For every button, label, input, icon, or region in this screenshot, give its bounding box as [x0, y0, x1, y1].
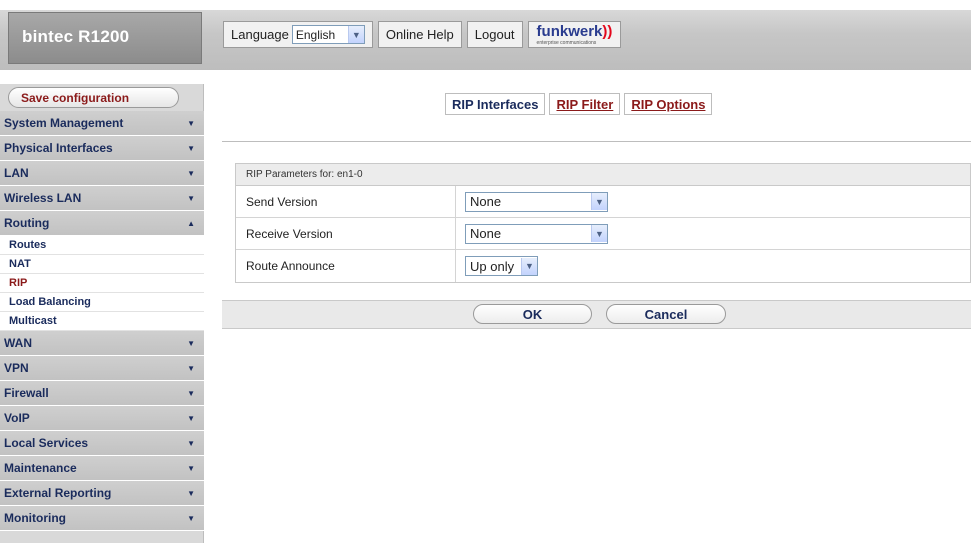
- form-row-route-announce: Route Announce Up only ▼: [236, 250, 970, 282]
- sidebar-item-lan[interactable]: LAN ▼: [0, 161, 204, 186]
- language-label: Language: [231, 27, 289, 42]
- chevron-down-icon: ▼: [187, 413, 195, 423]
- sidebar-subitem-rip[interactable]: RIP: [0, 274, 204, 293]
- tab-rip-interfaces[interactable]: RIP Interfaces: [445, 93, 546, 115]
- sidebar-item-label: Routing: [4, 216, 50, 230]
- rip-parameters-table: RIP Parameters for: en1-0 Send Version N…: [235, 163, 971, 283]
- sidebar-item-monitoring[interactable]: Monitoring ▼: [0, 506, 204, 531]
- logo-mark-icon: )): [602, 23, 613, 40]
- send-version-value: None: [470, 194, 502, 209]
- funkwerk-logo: funkwerk)) enterprise communications: [527, 21, 622, 48]
- online-help-button[interactable]: Online Help: [377, 21, 462, 48]
- sidebar-item-label: WAN: [4, 336, 32, 350]
- route-announce-label: Route Announce: [236, 250, 456, 282]
- sidebar-item-firewall[interactable]: Firewall ▼: [0, 381, 204, 406]
- chevron-down-icon: ▼: [187, 463, 195, 473]
- logo-subtitle: enterprise communications: [536, 40, 597, 46]
- ok-button[interactable]: OK: [473, 304, 592, 324]
- rip-form: RIP Parameters for: en1-0 Send Version N…: [222, 141, 971, 329]
- chevron-down-icon: ▼: [591, 193, 607, 210]
- sidebar-item-external-reporting[interactable]: External Reporting ▼: [0, 481, 204, 506]
- send-version-cell: None ▼: [456, 186, 608, 217]
- header-tools: Language English ▼ Online Help Logout fu…: [223, 21, 622, 48]
- chevron-down-icon: ▼: [521, 257, 537, 275]
- sidebar-item-vpn[interactable]: VPN ▼: [0, 356, 204, 381]
- chevron-down-icon: ▼: [187, 168, 195, 178]
- button-bar: OK Cancel: [222, 300, 971, 329]
- chevron-down-icon: ▼: [187, 488, 195, 498]
- send-version-select[interactable]: None ▼: [465, 191, 608, 212]
- sidebar-item-wireless-lan[interactable]: Wireless LAN ▼: [0, 186, 204, 211]
- sidebar-subitem-routes[interactable]: Routes: [0, 236, 204, 255]
- chevron-down-icon: ▼: [187, 118, 195, 128]
- language-box: Language English ▼: [223, 21, 373, 48]
- form-row-receive-version: Receive Version None ▼: [236, 218, 970, 250]
- route-announce-cell: Up only ▼: [456, 250, 538, 282]
- save-configuration-button[interactable]: Save configuration: [8, 87, 179, 108]
- logo-text: funkwerk: [536, 23, 603, 40]
- ok-label: OK: [522, 306, 543, 322]
- chevron-down-icon: ▼: [187, 338, 195, 348]
- sidebar-item-label: VPN: [4, 361, 29, 375]
- sidebar-subitem-load-balancing[interactable]: Load Balancing: [0, 293, 204, 312]
- sidebar-item-label: Monitoring: [4, 511, 66, 525]
- sidebar-subitem-nat[interactable]: NAT: [0, 255, 204, 274]
- sidebar-item-label: Firewall: [4, 386, 49, 400]
- tab-rip-options[interactable]: RIP Options: [624, 93, 713, 115]
- sidebar-item-label: Maintenance: [4, 461, 77, 475]
- sidebar-item-label: LAN: [4, 166, 29, 180]
- receive-version-select[interactable]: None ▼: [465, 223, 608, 244]
- sidebar-item-maintenance[interactable]: Maintenance ▼: [0, 456, 204, 481]
- tab-rip-filter[interactable]: RIP Filter: [549, 93, 621, 115]
- language-value: English: [295, 27, 336, 42]
- sidebar-subitem-multicast[interactable]: Multicast: [0, 312, 204, 331]
- sidebar: Save configuration System Management ▼ P…: [0, 84, 204, 543]
- receive-version-value: None: [470, 226, 502, 241]
- receive-version-cell: None ▼: [456, 218, 608, 249]
- sidebar-item-label: Physical Interfaces: [4, 141, 113, 155]
- sidebar-item-system-management[interactable]: System Management ▼: [0, 111, 204, 136]
- chevron-down-icon: ▼: [187, 438, 195, 448]
- tab-bar: RIP Interfaces RIP Filter RIP Options: [445, 93, 716, 115]
- sidebar-menu: System Management ▼ Physical Interfaces …: [0, 111, 204, 531]
- cancel-label: Cancel: [644, 306, 688, 322]
- sidebar-item-voip[interactable]: VoIP ▼: [0, 406, 204, 431]
- brand-logo: bintec R1200: [8, 12, 202, 64]
- chevron-down-icon: ▼: [187, 143, 195, 153]
- route-announce-select[interactable]: Up only ▼: [465, 256, 538, 276]
- chevron-down-icon: ▼: [591, 225, 607, 242]
- chevron-down-icon: ▼: [187, 513, 195, 523]
- sidebar-item-physical-interfaces[interactable]: Physical Interfaces ▼: [0, 136, 204, 161]
- sidebar-item-label: Wireless LAN: [4, 191, 82, 205]
- header: bintec R1200 Language English ▼ Online H…: [0, 0, 971, 70]
- online-help-label: Online Help: [385, 27, 454, 42]
- language-select[interactable]: English ▼: [291, 25, 365, 44]
- chevron-down-icon: ▼: [187, 193, 195, 203]
- route-announce-value: Up only: [470, 258, 515, 274]
- receive-version-label: Receive Version: [236, 218, 456, 249]
- sidebar-item-wan[interactable]: WAN ▼: [0, 331, 204, 356]
- sidebar-item-label: System Management: [4, 116, 124, 130]
- section-title: RIP Parameters for: en1-0: [236, 164, 970, 186]
- cancel-button[interactable]: Cancel: [606, 304, 726, 324]
- chevron-down-icon: ▼: [347, 26, 364, 43]
- send-version-label: Send Version: [236, 186, 456, 217]
- form-row-send-version: Send Version None ▼: [236, 186, 970, 218]
- save-configuration-label: Save configuration: [21, 90, 130, 105]
- sidebar-item-label: Local Services: [4, 436, 89, 450]
- sidebar-item-local-services[interactable]: Local Services ▼: [0, 431, 204, 456]
- brand-title: bintec R1200: [22, 27, 130, 46]
- chevron-down-icon: ▼: [187, 363, 195, 373]
- sidebar-item-label: VoIP: [4, 411, 30, 425]
- chevron-down-icon: ▼: [187, 388, 195, 398]
- logout-label: Logout: [474, 27, 515, 42]
- sidebar-item-routing[interactable]: Routing ▲: [0, 211, 204, 236]
- sidebar-item-label: External Reporting: [4, 486, 112, 500]
- logout-button[interactable]: Logout: [466, 21, 523, 48]
- chevron-up-icon: ▲: [187, 218, 195, 228]
